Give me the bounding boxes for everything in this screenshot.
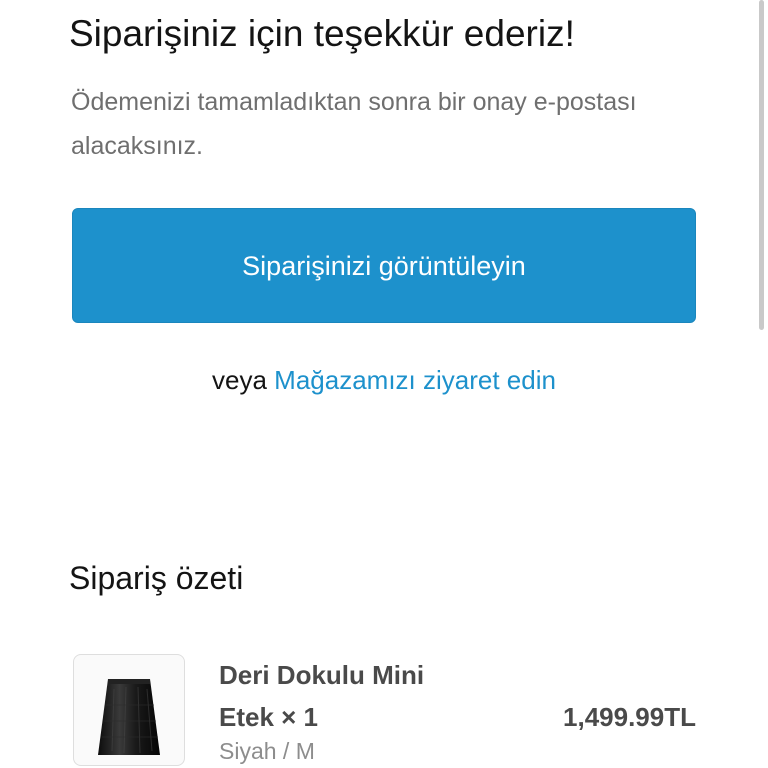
product-thumbnail [73, 654, 185, 766]
product-price: 1,499.99TL [563, 702, 696, 732]
black-leather-mini-skirt-image [98, 679, 160, 755]
view-order-button[interactable]: Siparişinizi görüntüleyin [72, 208, 696, 323]
product-variant: Siyah / M [219, 738, 315, 764]
confirmation-email-notice: Ödemenizi tamamladıktan sonra bir onay e… [71, 88, 637, 160]
order-summary-title: Sipariş özeti [69, 560, 244, 596]
scrollbar[interactable] [759, 0, 764, 330]
alternative-action-row: veya Mağazamızı ziyaret edin [0, 362, 768, 398]
view-order-button-label: Siparişinizi görüntüleyin [242, 250, 526, 281]
order-confirmation-page: Siparişiniz için teşekkür ederiz! Ödemen… [0, 0, 768, 768]
visit-store-link[interactable]: Mağazamızı ziyaret edin [274, 365, 556, 395]
product-name: Deri Dokulu Mini Etek × 1 [219, 660, 425, 732]
page-title: Siparişiniz için teşekkür ederiz! [69, 13, 575, 54]
or-text: veya [212, 365, 267, 395]
